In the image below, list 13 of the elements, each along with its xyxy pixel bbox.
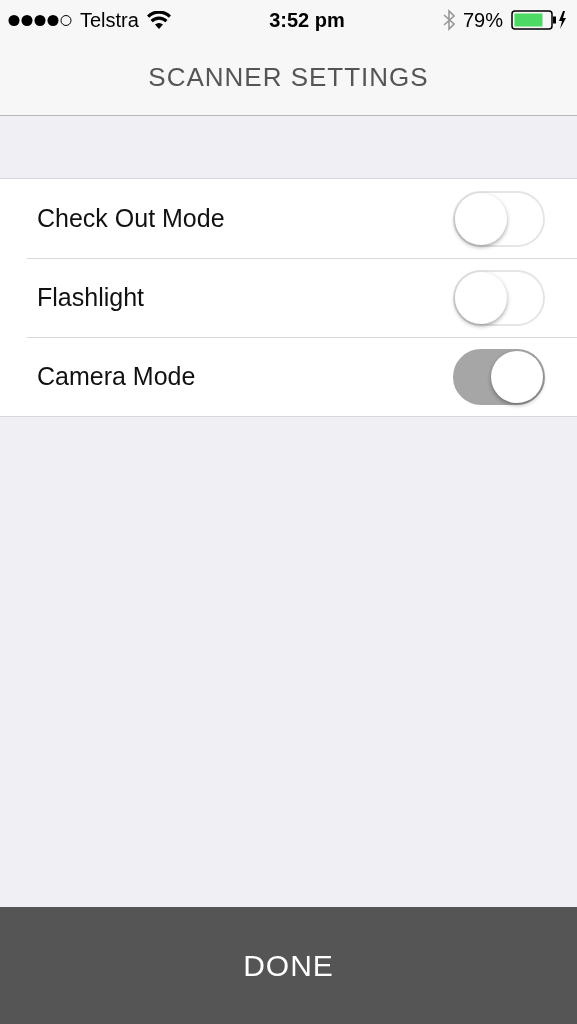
setting-label: Check Out Mode <box>36 202 225 234</box>
screen-title: SCANNER SETTINGS <box>148 61 429 94</box>
bluetooth-icon <box>442 9 455 31</box>
battery-percent: 79% <box>462 8 503 33</box>
toggle-switch[interactable] <box>453 349 545 405</box>
signal-icon <box>8 13 72 27</box>
done-button[interactable]: DONE <box>0 907 577 1024</box>
setting-label: Flashlight <box>36 282 144 314</box>
carrier-name: Telstra <box>80 8 139 33</box>
wifi-icon <box>146 11 171 29</box>
battery-charging-icon <box>511 10 567 30</box>
status-time: 3:52 pm <box>269 8 345 33</box>
setting-label: Camera Mode <box>36 361 196 393</box>
